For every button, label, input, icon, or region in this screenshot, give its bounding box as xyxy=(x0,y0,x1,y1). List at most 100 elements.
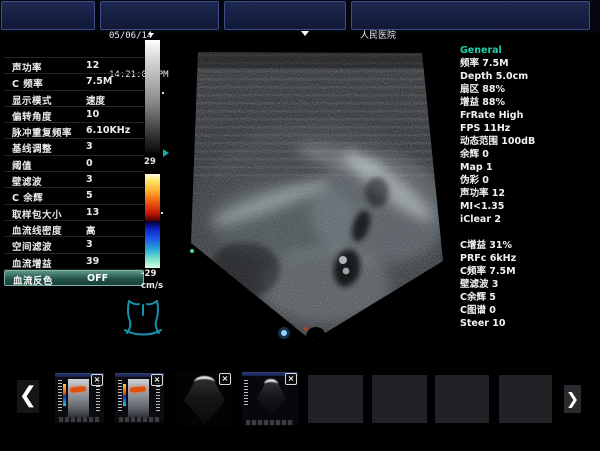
menu-row-value: 高 xyxy=(86,223,96,237)
readout-line: 声功率 12 xyxy=(460,187,598,200)
menu-row[interactable]: 偏转角度 10 xyxy=(4,107,144,123)
menu-row[interactable]: 显示模式 速度 xyxy=(4,91,144,107)
menu-row[interactable]: 声功率 12 xyxy=(4,58,144,74)
thumbnail-slot-empty xyxy=(435,375,489,423)
mini-ultrasound xyxy=(128,379,149,417)
menu-row-value: 3 xyxy=(86,174,93,185)
menu-row-value: 0 xyxy=(86,158,93,169)
grayscale-bar xyxy=(145,40,160,152)
menu-row-value: 13 xyxy=(86,207,99,218)
focus-arrow-icon xyxy=(163,149,169,157)
menu-row[interactable]: 血流增益 39 xyxy=(4,254,144,270)
body-marker-icon xyxy=(120,296,166,354)
menu-row-value: OFF xyxy=(87,273,108,284)
readout-line: PRFc 6kHz xyxy=(460,252,598,265)
menu-row-value: 5 xyxy=(86,190,93,201)
mini-doppler-flow xyxy=(70,386,86,392)
menu-row[interactable]: 脉冲重复频率 6.10KHz xyxy=(4,123,144,139)
readout-line: 伪彩 0 xyxy=(460,174,598,187)
doppler-colorbar xyxy=(145,174,160,268)
mini-sector-arc xyxy=(264,379,278,389)
menu-row[interactable]: 取样包大小 13 xyxy=(4,205,144,221)
menu-row-label: 血流反色 xyxy=(13,273,53,287)
menu-row-value: 3 xyxy=(86,141,93,152)
close-icon[interactable]: × xyxy=(285,373,297,385)
ultrasound-image xyxy=(175,30,455,342)
menu-row-value: 3 xyxy=(86,239,93,250)
close-icon[interactable]: × xyxy=(219,373,231,385)
patient-info-panel xyxy=(1,1,95,30)
readout-line: 动态范围 100dB xyxy=(460,135,598,148)
mini-colorbar xyxy=(63,384,66,406)
menu-row-value: 6.10KHz xyxy=(86,125,130,136)
readout-line: 扇区 88% xyxy=(460,83,598,96)
menu-row-label: 空间滤波 xyxy=(12,239,52,253)
menu-row-label: 取样包大小 xyxy=(12,207,62,221)
filmstrip-prev-button[interactable]: ❮ xyxy=(17,380,39,413)
readout-line: C频率 7.5M xyxy=(460,265,598,278)
menu-row-label: 阈值 xyxy=(12,158,32,172)
top-bar: 05/06/14 14:21:00 PM 人民医院 L14-5/38 xyxy=(0,0,600,33)
menu-row[interactable]: C 频率 7.5M xyxy=(4,74,144,90)
thumbnail-slot-empty xyxy=(499,375,552,423)
readout-line: General xyxy=(460,44,598,57)
thumbnail-doppler-1[interactable]: × xyxy=(55,373,104,423)
close-icon[interactable]: × xyxy=(151,374,163,386)
menu-row-label: C 余辉 xyxy=(12,190,43,204)
mini-doppler-flow xyxy=(130,386,146,392)
mini-text-left xyxy=(244,380,248,406)
readout-line: FPS 11Hz xyxy=(460,122,598,135)
menu-row-label: 血流线密度 xyxy=(12,223,62,237)
mini-sector-arc xyxy=(194,376,215,389)
menu-row[interactable]: 壁滤波 3 xyxy=(4,172,144,188)
velocity-max-label: 29 xyxy=(144,157,156,167)
menu-row-label: 基线调整 xyxy=(12,141,52,155)
readout-line: iClear 2 xyxy=(460,213,598,226)
depth-tick xyxy=(162,92,164,94)
menu-row[interactable]: 空间滤波 3 xyxy=(4,237,144,253)
filmstrip-next-button[interactable]: ❯ xyxy=(564,385,581,413)
ultrasound-app: 05/06/14 14:21:00 PM 人民医院 L14-5/38 声功率 1… xyxy=(0,0,600,451)
velocity-unit-label: cm/s xyxy=(141,281,163,291)
readout-line: 余辉 0 xyxy=(460,148,598,161)
mini-ultrasound xyxy=(68,379,89,417)
readout-line: Map 1 xyxy=(460,161,598,174)
readout-line: 增益 88% xyxy=(460,96,598,109)
menu-row[interactable]: 基线调整 3 xyxy=(4,139,144,155)
mini-filmstrip xyxy=(246,420,294,425)
menu-row-value: 39 xyxy=(86,256,99,267)
menu-row[interactable]: 血流反色 OFF xyxy=(4,270,144,286)
hospital-panel: 人民医院 L14-5/38 xyxy=(351,1,590,30)
menu-row[interactable]: C 余辉 5 xyxy=(4,188,144,204)
menu-row[interactable]: 阈值 0 xyxy=(4,156,144,172)
image-parameters-panel: General 频率 7.5M Depth 5.0cm 扇区 88% 增益 88… xyxy=(460,44,598,330)
readout-line xyxy=(460,226,598,239)
close-icon[interactable]: × xyxy=(91,374,103,386)
exam-info-panel xyxy=(224,1,346,30)
readout-line: 壁滤波 3 xyxy=(460,278,598,291)
readout-line: MI<1.35 xyxy=(460,200,598,213)
readout-line: C图谱 0 xyxy=(460,304,598,317)
menu-row-value: 7.5M xyxy=(86,76,112,87)
readout-line: Depth 5.0cm xyxy=(460,70,598,83)
mini-filmstrip xyxy=(59,417,100,422)
menu-row-value: 10 xyxy=(86,109,99,120)
menu-row-label: 声功率 xyxy=(12,60,42,74)
readout-line: Steer 10 xyxy=(460,317,598,330)
depth-tick xyxy=(161,212,163,214)
thumbnail-sector-3[interactable]: × xyxy=(177,372,232,426)
menu-row-label: 显示模式 xyxy=(12,93,52,107)
menu-row-label: 偏转角度 xyxy=(12,109,52,123)
datetime-panel: 05/06/14 14:21:00 PM xyxy=(100,1,219,30)
thumbnail-sector-screen-4[interactable]: × xyxy=(242,372,298,426)
menu-row-label: C 频率 xyxy=(12,76,43,90)
thumbnail-doppler-2[interactable]: × xyxy=(115,373,164,423)
menu-row[interactable]: 血流线密度 高 xyxy=(4,221,144,237)
readout-line: FrRate High xyxy=(460,109,598,122)
control-menu: 声功率 12 C 频率 7.5M 显示模式 速度 偏转角度 10 脉冲重复频率 … xyxy=(4,57,144,286)
menu-row-value: 12 xyxy=(86,60,99,71)
thumbnail-slot-empty xyxy=(372,375,427,423)
thumbnail-slot-empty xyxy=(308,375,363,423)
mini-text-left xyxy=(118,380,122,412)
menu-row-label: 血流增益 xyxy=(12,256,52,270)
